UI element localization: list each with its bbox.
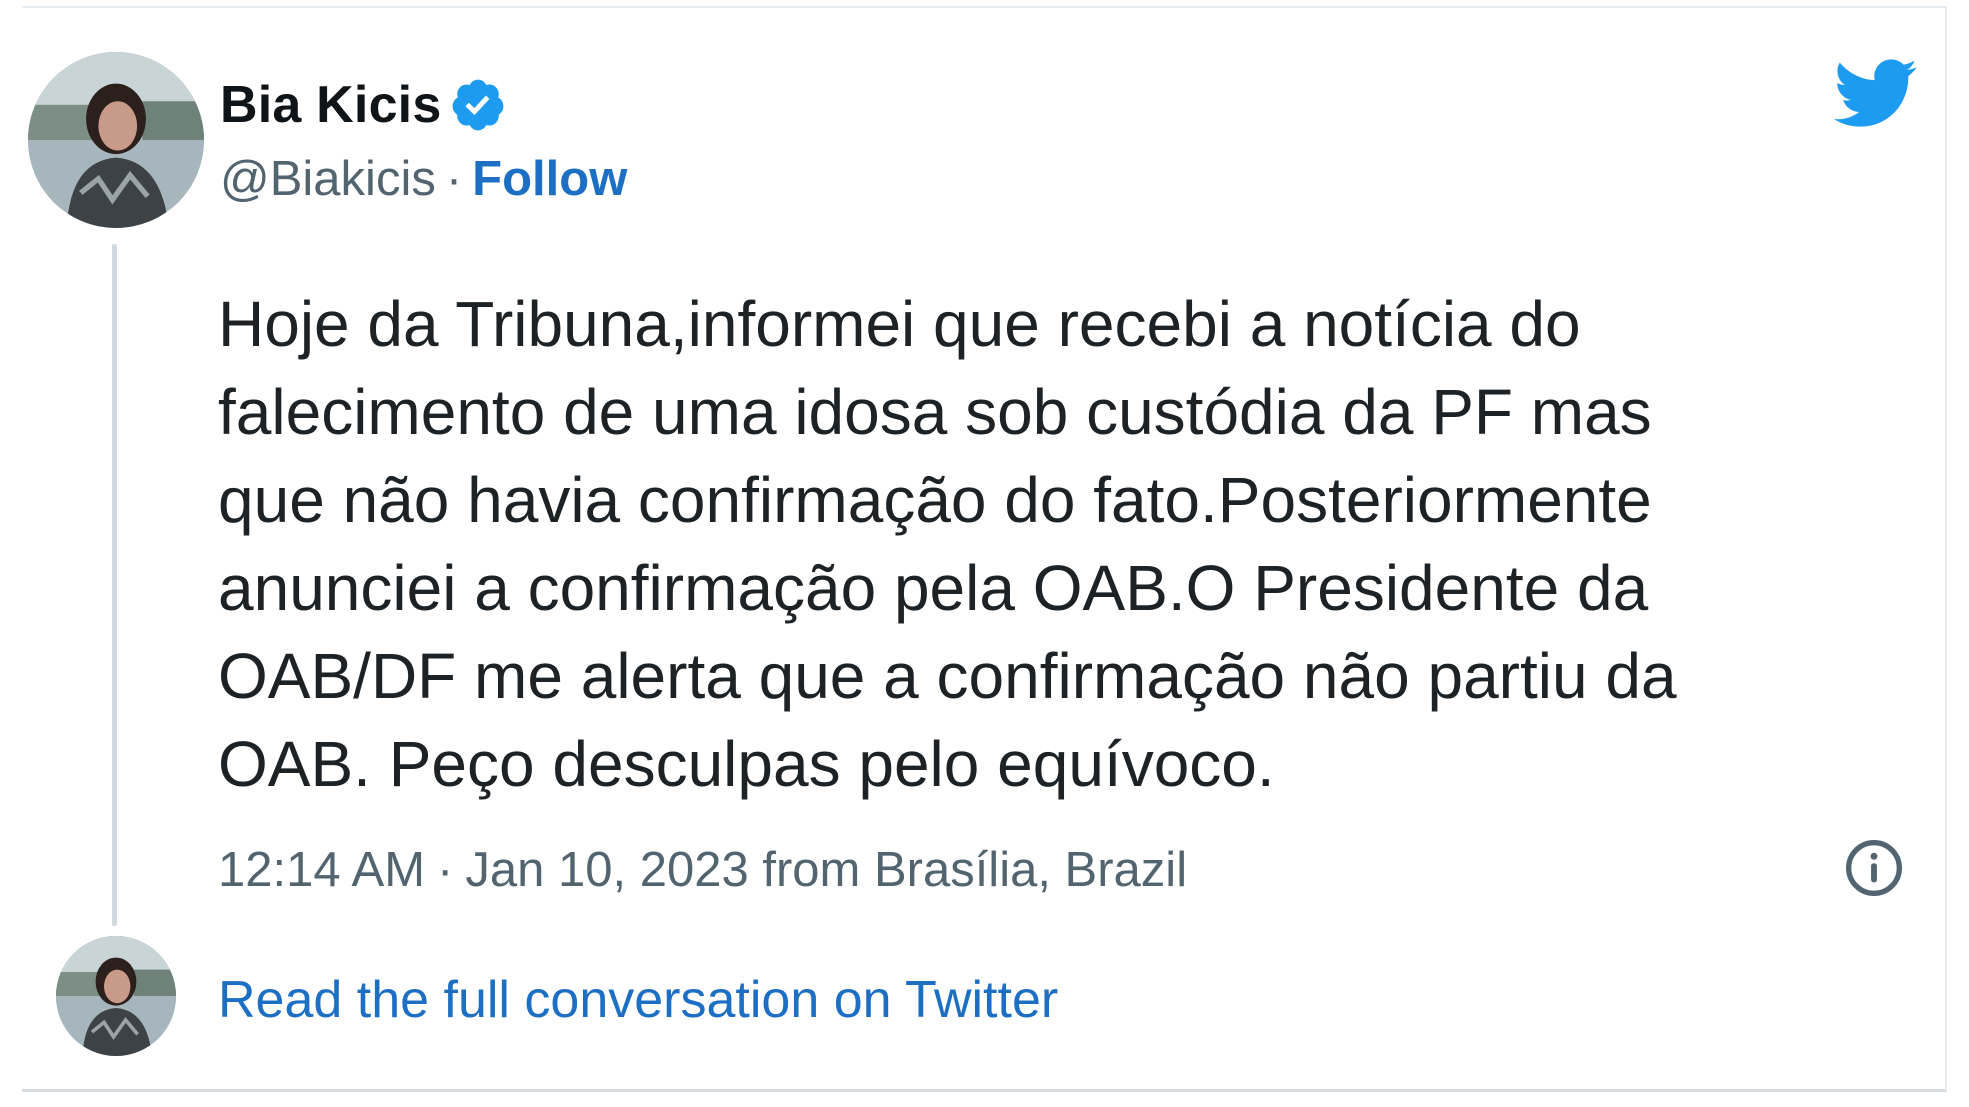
tweet-body-text: Hoje da Tribuna,informei que recebi a no… <box>218 288 1677 800</box>
tweet-timestamp-row[interactable]: 12:14 AM · Jan 10, 2023 from Brasília, B… <box>218 838 1187 902</box>
author-name-row[interactable]: Bia Kicis <box>220 72 507 138</box>
author-handle[interactable]: @Biakicis <box>220 151 436 207</box>
author-handle-row: @Biakicis · Follow <box>220 148 627 210</box>
follow-link[interactable]: Follow <box>472 151 627 207</box>
author-display-name[interactable]: Bia Kicis <box>220 75 441 135</box>
thread-connector-line <box>112 244 117 926</box>
avatar-photo-icon <box>56 936 176 1056</box>
verified-badge-icon <box>449 76 507 134</box>
handle-separator: · <box>445 152 463 206</box>
avatar-photo-icon <box>28 52 204 228</box>
twitter-bird-icon[interactable] <box>1833 58 1918 130</box>
tweet-date-location[interactable]: Jan 10, 2023 from Brasília, Brazil <box>465 842 1187 898</box>
read-full-conversation-link[interactable]: Read the full conversation on Twitter <box>218 968 1058 1032</box>
conversation-avatar[interactable] <box>56 936 176 1056</box>
author-avatar[interactable] <box>28 52 204 228</box>
tweet-time[interactable]: 12:14 AM <box>218 842 425 898</box>
timestamp-separator: · <box>437 843 454 897</box>
info-icon[interactable] <box>1842 836 1906 900</box>
